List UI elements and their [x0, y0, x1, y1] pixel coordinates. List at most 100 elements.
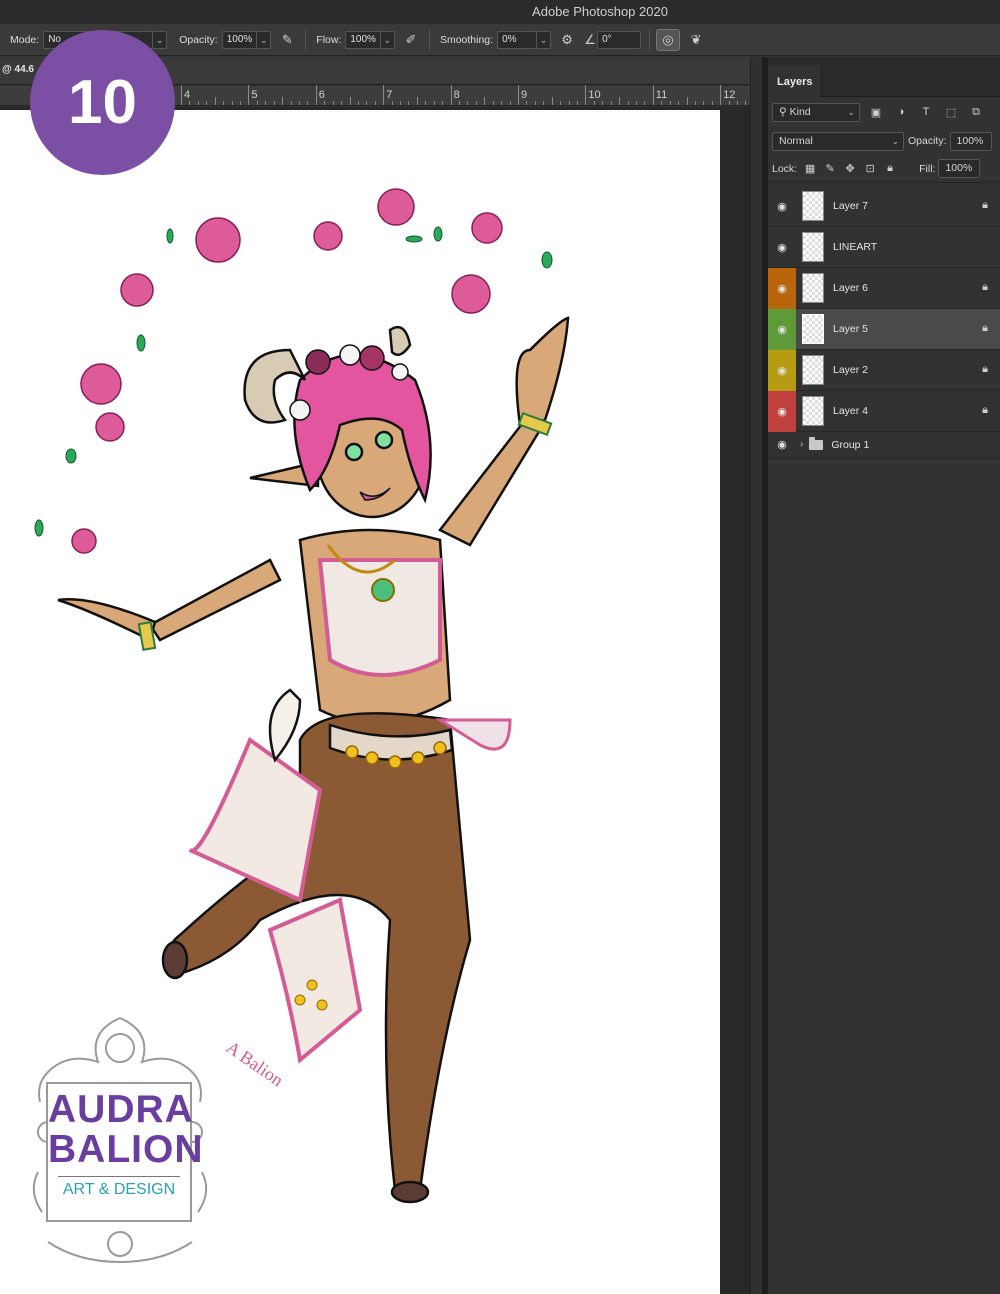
- ruler-subtick: [576, 101, 578, 105]
- angle-icon: ∠: [584, 31, 596, 47]
- ruler-tick: [518, 85, 519, 105]
- lock-all-icon[interactable]: 🔒︎: [881, 162, 899, 175]
- ruler-number: 10: [588, 89, 601, 101]
- ruler-subtick: [408, 101, 410, 105]
- ruler-subtick: [703, 101, 705, 105]
- layer-row[interactable]: ◉ LINEART: [768, 227, 1000, 268]
- layer-name: LINEART: [833, 241, 878, 253]
- ruler-subtick: [290, 101, 292, 105]
- adjustment-filter-icon[interactable]: ◑: [892, 106, 910, 118]
- ruler-subtick: [416, 97, 418, 105]
- fill-field[interactable]: 100%: [938, 159, 981, 178]
- type-filter-icon[interactable]: T: [917, 106, 935, 118]
- logo-name-first: AUDRA: [48, 1088, 194, 1131]
- lock-pixels-brush-icon[interactable]: ✎: [821, 162, 839, 175]
- layer-thumbnail[interactable]: [802, 273, 824, 303]
- leaf-icon: [433, 226, 443, 242]
- brand-logo: AUDRA BALION ART & DESIGN: [28, 1012, 213, 1267]
- lock-artboard-icon[interactable]: ⊡: [861, 162, 879, 175]
- search-icon: ⚲: [779, 105, 787, 118]
- ruler-subtick: [602, 101, 604, 105]
- lock-icon: 🔒︎: [982, 363, 988, 375]
- ruler-subtick: [324, 101, 326, 105]
- layer-row[interactable]: ◉ Layer 4 🔒︎: [768, 390, 1000, 432]
- pressure-opacity-icon[interactable]: ✎: [277, 30, 297, 50]
- visibility-toggle[interactable]: ◉: [768, 308, 796, 350]
- lock-icon: 🔒︎: [982, 404, 988, 416]
- blend-mode-select[interactable]: Normal ⌄: [772, 131, 904, 151]
- opacity-chevron-icon[interactable]: ⌄: [257, 30, 272, 49]
- layer-name: Layer 7: [833, 200, 869, 212]
- ruler-subtick: [366, 101, 368, 105]
- layer-thumbnail[interactable]: [802, 314, 824, 344]
- layer-opacity-field[interactable]: 100%: [949, 131, 992, 151]
- eye-icon: ◉: [777, 200, 787, 213]
- mode-label: Mode:: [10, 33, 40, 46]
- ruler-subtick: [349, 97, 351, 105]
- logo-tagline: ART & DESIGN: [62, 1181, 176, 1198]
- lock-position-move-icon[interactable]: ✥: [841, 162, 859, 175]
- divider: [649, 29, 651, 50]
- tab-layers[interactable]: Layers: [768, 65, 820, 97]
- visibility-toggle[interactable]: ◉: [768, 186, 796, 227]
- fill-label: Fill:: [919, 162, 936, 175]
- ruler-subtick: [341, 101, 343, 105]
- ruler-subtick: [475, 101, 477, 105]
- angle-field[interactable]: 0°: [597, 30, 642, 49]
- smart-object-filter-icon[interactable]: ⧉: [967, 106, 985, 119]
- vertical-scrollbar[interactable]: [750, 57, 762, 1294]
- leaf-icon: [65, 448, 77, 464]
- ruler-subtick: [694, 101, 696, 105]
- logo-panel: AUDRA BALION ART & DESIGN: [46, 1082, 203, 1222]
- leaf-icon: [405, 235, 423, 243]
- visibility-toggle[interactable]: ◉: [768, 349, 796, 391]
- shape-filter-icon[interactable]: ⬚: [942, 106, 960, 119]
- leaf-icon: [136, 334, 146, 352]
- layer-opacity-label: Opacity:: [908, 135, 947, 147]
- layer-name: Layer 5: [833, 323, 869, 335]
- flow-field[interactable]: 100%: [345, 30, 381, 49]
- layer-name: Layer 6: [833, 282, 869, 294]
- symmetry-icon[interactable]: ❦: [686, 30, 706, 50]
- ruler-subtick: [425, 101, 427, 105]
- gear-icon[interactable]: ⚙: [557, 30, 577, 50]
- blend-mode-value: Normal: [779, 134, 813, 147]
- layer-row[interactable]: ◉ Layer 6 🔒︎: [768, 267, 1000, 309]
- chevron-right-icon[interactable]: ›: [800, 439, 803, 450]
- layer-name: Layer 4: [833, 405, 869, 417]
- lock-transparency-icon[interactable]: ▦: [801, 162, 819, 175]
- layer-thumbnail[interactable]: [802, 232, 824, 262]
- eye-icon: ◉: [777, 364, 787, 377]
- ruler-subtick: [678, 101, 680, 105]
- ruler-subtick: [391, 101, 393, 105]
- opacity-field[interactable]: 100%: [221, 30, 258, 49]
- visibility-toggle[interactable]: ◉: [768, 267, 796, 309]
- airbrush-icon[interactable]: ✐: [401, 30, 421, 50]
- mode-dropdown-chevron-icon[interactable]: ⌄: [153, 30, 168, 49]
- layer-row[interactable]: ◉ Layer 2 🔒︎: [768, 349, 1000, 391]
- smoothing-field[interactable]: 0%: [497, 30, 538, 49]
- layer-group-row[interactable]: ◉ › Group 1: [768, 432, 1000, 458]
- flower-icon: [471, 212, 503, 244]
- ruler-subtick: [711, 101, 713, 105]
- ruler-subtick: [206, 101, 208, 105]
- layer-thumbnail[interactable]: [802, 191, 824, 221]
- layer-thumbnail[interactable]: [802, 355, 824, 385]
- chevron-down-icon: ⌄: [891, 135, 899, 146]
- ruler-subtick: [442, 101, 444, 105]
- visibility-toggle[interactable]: ◉: [768, 390, 796, 432]
- smoothing-chevron-icon[interactable]: ⌄: [537, 30, 552, 49]
- layer-row[interactable]: ◉ Layer 7 🔒︎: [768, 186, 1000, 227]
- ruler-subtick: [282, 97, 284, 105]
- pressure-size-icon[interactable]: ◎: [656, 28, 681, 51]
- ruler-subtick: [273, 101, 275, 105]
- flow-chevron-icon[interactable]: ⌄: [380, 30, 395, 49]
- layer-row[interactable]: ◉ Layer 5 🔒︎: [768, 308, 1000, 350]
- visibility-toggle[interactable]: ◉: [768, 432, 796, 458]
- pixel-filter-icon[interactable]: ▣: [867, 106, 885, 119]
- layer-thumbnail[interactable]: [802, 396, 824, 426]
- layer-filter-select[interactable]: ⚲ Kind ⌄: [772, 102, 860, 122]
- flower-icon: [451, 274, 491, 314]
- layer-name: Layer 2: [833, 364, 869, 376]
- visibility-toggle[interactable]: ◉: [768, 227, 796, 268]
